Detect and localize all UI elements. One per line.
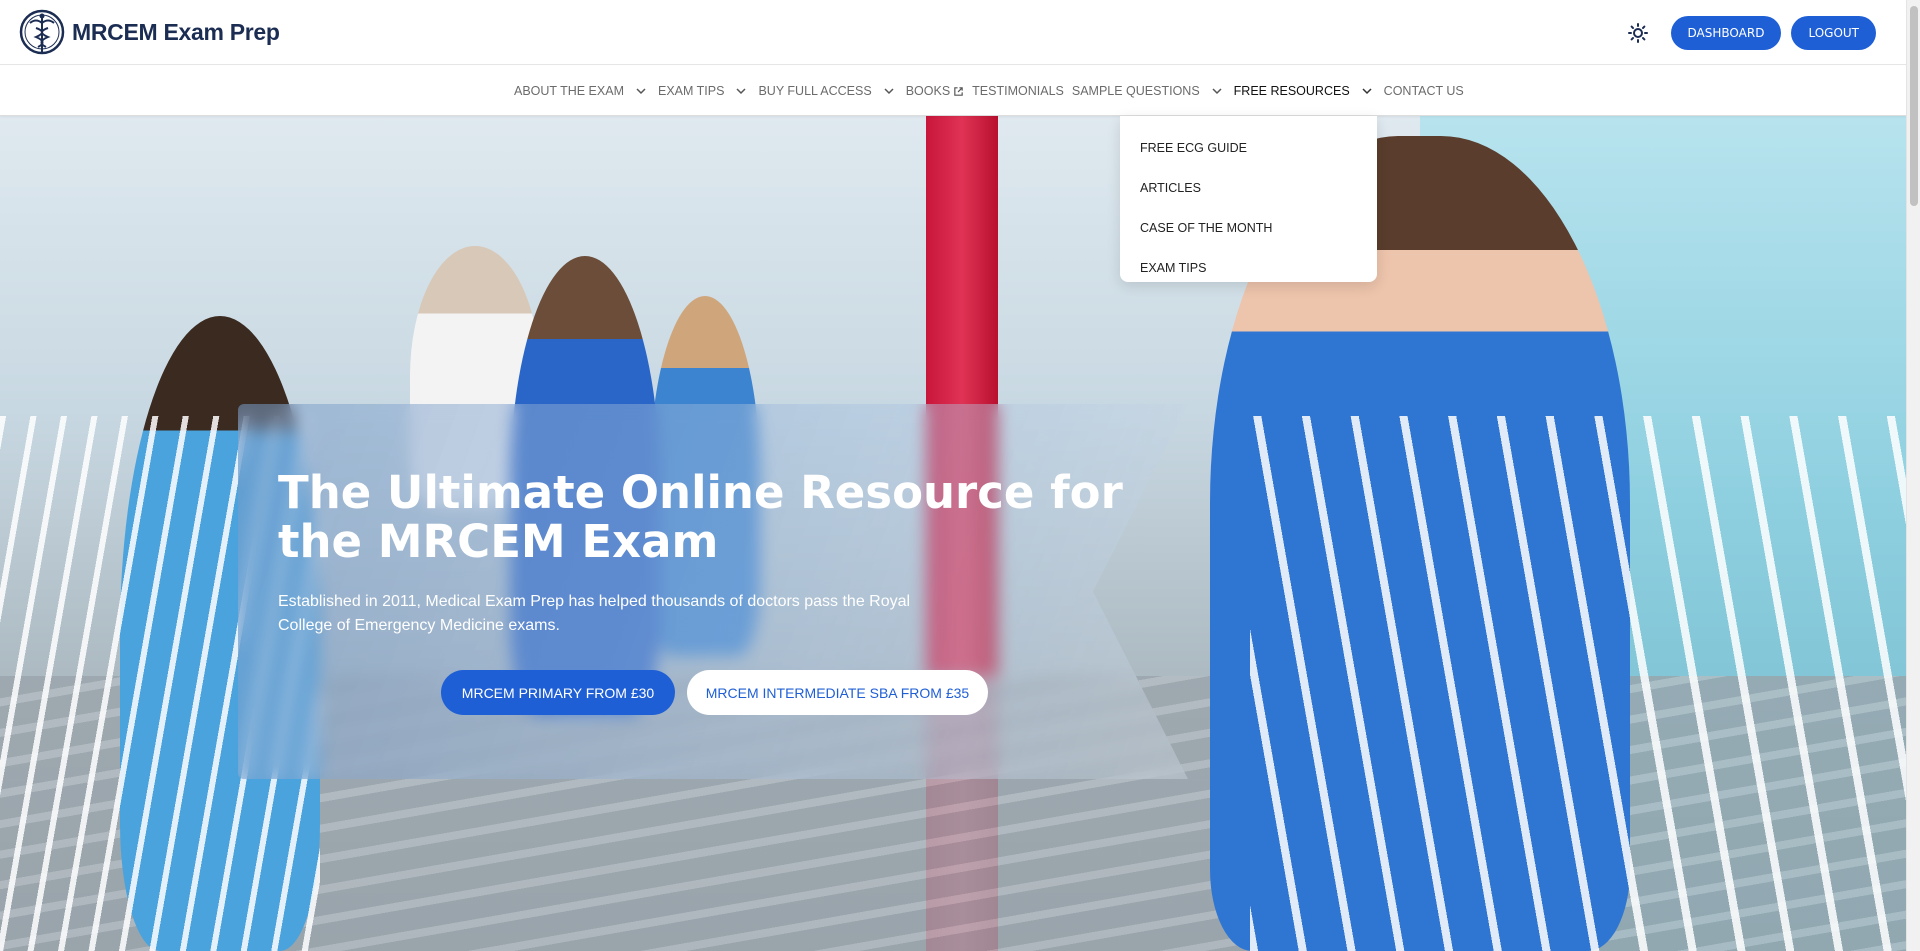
mrcem-intermediate-button[interactable]: MRCEM INTERMEDIATE SBA FROM £35 — [687, 670, 988, 715]
nav-free-resources[interactable]: FREE RESOURCES — [1234, 84, 1384, 98]
theme-toggle-button[interactable] — [1621, 16, 1655, 50]
chevron-down-icon — [636, 88, 646, 95]
hero-subtitle: Established in 2011, Medical Exam Prep h… — [278, 593, 911, 634]
hero-title: The Ultimate Online Resource for the MRC… — [278, 466, 1123, 568]
page-scrollbar[interactable] — [1906, 0, 1920, 951]
nav-about-the-exam[interactable]: ABOUT THE EXAM — [514, 84, 658, 98]
nav-contact-us[interactable]: CONTACT US — [1384, 84, 1464, 98]
main-nav: ABOUT THE EXAM EXAM TIPS BUY FULL ACCESS… — [0, 66, 1906, 116]
nav-testimonials[interactable]: TESTIMONIALS — [972, 84, 1064, 98]
nav-exam-tips[interactable]: EXAM TIPS — [658, 84, 758, 98]
site-logo[interactable]: MRCEM Exam Prep — [18, 8, 280, 56]
chevron-down-icon — [1362, 88, 1372, 95]
scrollbar-thumb[interactable] — [1910, 6, 1918, 206]
sun-icon — [1627, 23, 1648, 43]
dropdown-item-free-ecg-guide[interactable]: FREE ECG GUIDE — [1120, 128, 1377, 168]
mrcem-primary-button[interactable]: MRCEM PRIMARY FROM £30 — [441, 670, 675, 715]
hero-background-railing — [1250, 416, 1906, 951]
nav-label: FREE RESOURCES — [1233, 84, 1350, 98]
caduceus-logo-icon — [19, 9, 65, 55]
dropdown-item-exam-tips[interactable]: EXAM TIPS — [1120, 248, 1377, 288]
nav-label: SAMPLE QUESTIONS — [1071, 84, 1200, 98]
dashboard-button[interactable]: DASHBOARD — [1670, 16, 1782, 50]
dropdown-item-articles[interactable]: ARTICLES — [1120, 168, 1377, 208]
nav-sample-questions[interactable]: SAMPLE QUESTIONS — [1072, 84, 1234, 98]
top-header: MRCEM Exam Prep DASHBOARD LOGOUT — [0, 0, 1906, 65]
nav-books[interactable]: BOOKS — [906, 84, 972, 98]
nav-label: TESTIMONIALS — [972, 84, 1064, 98]
chevron-down-icon — [736, 88, 746, 95]
logo-text: MRCEM Exam Prep — [72, 18, 280, 45]
logout-button[interactable]: LOGOUT — [1791, 16, 1876, 50]
nav-label: CONTACT US — [1383, 84, 1464, 98]
nav-buy-full-access[interactable]: BUY FULL ACCESS — [758, 84, 905, 98]
chevron-down-icon — [1212, 88, 1222, 95]
nav-label: BOOKS — [905, 84, 951, 98]
nav-label: ABOUT THE EXAM — [514, 84, 624, 98]
nav-label: BUY FULL ACCESS — [758, 84, 872, 98]
external-link-icon — [954, 86, 963, 96]
dropdown-item-case-of-the-month[interactable]: CASE OF THE MONTH — [1120, 208, 1377, 248]
free-resources-dropdown: FREE ECG GUIDE ARTICLES CASE OF THE MONT… — [1120, 116, 1377, 282]
header-actions: DASHBOARD LOGOUT — [1621, 16, 1876, 50]
nav-label: EXAM TIPS — [657, 84, 725, 98]
chevron-down-icon — [884, 88, 894, 95]
